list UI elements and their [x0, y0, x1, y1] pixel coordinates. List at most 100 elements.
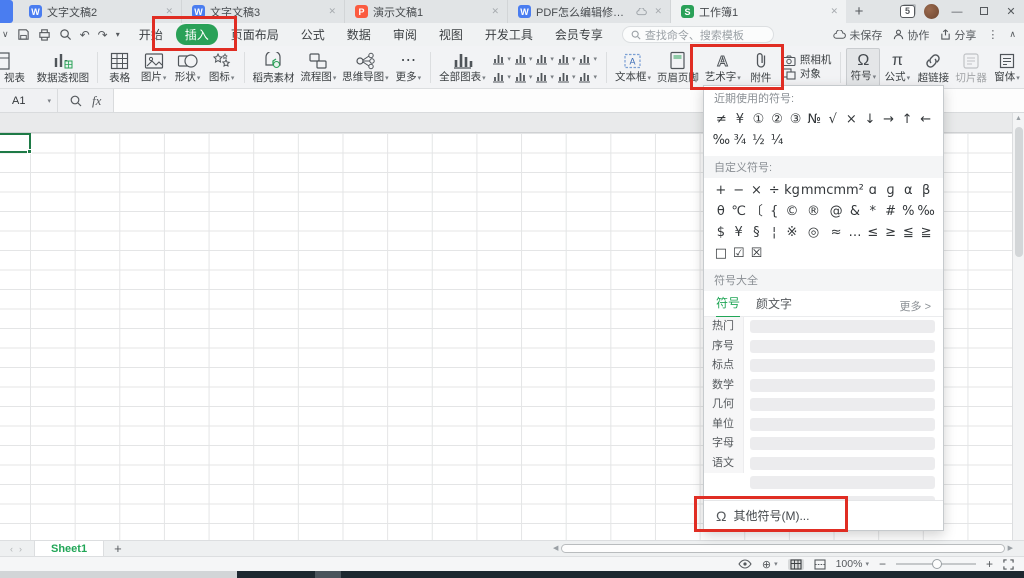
print-preview-icon[interactable]: [59, 28, 72, 41]
recent-symbol-cell[interactable]: ↑: [898, 109, 917, 130]
menu-item-7[interactable]: 开发工具: [476, 24, 542, 45]
zoom-slider-knob[interactable]: [932, 559, 942, 569]
chart-type-icon[interactable]: ▾: [492, 68, 511, 85]
custom-symbol-cell[interactable]: $: [712, 222, 730, 243]
toolbar-icons-library[interactable]: 图标▾: [205, 48, 239, 87]
file-menu-caret[interactable]: ∨: [2, 29, 9, 40]
custom-symbol-cell[interactable]: θ: [712, 201, 730, 222]
zoom-in-button[interactable]: +: [986, 559, 993, 569]
custom-symbol-cell[interactable]: ≦: [899, 222, 917, 243]
chart-type-icon[interactable]: ▾: [557, 68, 576, 85]
document-tab[interactable]: S工作簿1✕: [671, 0, 846, 23]
custom-symbol-cell[interactable]: −: [730, 180, 748, 201]
recent-symbol-cell[interactable]: ¾: [731, 130, 750, 151]
zoom-slider[interactable]: [896, 563, 976, 565]
zoom-formula-icon[interactable]: [70, 95, 82, 107]
restore-button[interactable]: [975, 6, 993, 18]
recent-symbol-cell[interactable]: ½: [749, 130, 768, 151]
zoom-out-button[interactable]: −: [879, 559, 886, 569]
chart-type-icon[interactable]: ▾: [492, 50, 511, 67]
toolbar-pivot-chart[interactable]: 数据透视图: [34, 48, 92, 87]
custom-symbol-cell[interactable]: *: [864, 201, 882, 222]
custom-symbol-cell[interactable]: %: [899, 201, 917, 222]
insert-function-icon[interactable]: fx: [92, 93, 101, 109]
user-avatar[interactable]: [924, 4, 939, 19]
chart-type-icon[interactable]: ▾: [514, 50, 533, 67]
toolbar-picture[interactable]: 图片▾: [137, 48, 171, 87]
menu-item-3[interactable]: 公式: [292, 24, 334, 45]
sheet-nav-arrows[interactable]: ‹›: [0, 544, 34, 554]
menu-item-5[interactable]: 审阅: [384, 24, 426, 45]
wps-home-button-partial[interactable]: [0, 0, 13, 23]
custom-symbol-cell[interactable]: …: [846, 222, 864, 243]
document-count-badge[interactable]: 5: [900, 5, 915, 18]
cell-name-box[interactable]: A1 ▾: [0, 89, 58, 112]
chart-type-icon[interactable]: ▾: [535, 68, 554, 85]
tab-close-icon[interactable]: ✕: [326, 6, 338, 17]
pan-tool-button[interactable]: ⊕▾: [762, 558, 778, 571]
chart-type-icon[interactable]: ▾: [557, 50, 576, 67]
custom-symbol-cell[interactable]: ©: [783, 201, 801, 222]
custom-symbol-cell[interactable]: ≈: [826, 222, 846, 243]
eye-protection-icon[interactable]: [738, 559, 752, 569]
custom-symbol-cell[interactable]: kg: [783, 180, 801, 201]
custom-symbol-cell[interactable]: α: [899, 180, 917, 201]
toolbar-mindmap[interactable]: 思维导图▾: [339, 48, 391, 87]
chart-type-icon[interactable]: ▾: [514, 68, 533, 85]
custom-symbol-cell[interactable]: #: [882, 201, 900, 222]
zoom-level[interactable]: 100%▾: [836, 558, 869, 570]
tab-close-icon[interactable]: ✕: [489, 6, 501, 17]
custom-symbol-cell[interactable]: ɑ: [864, 180, 882, 201]
chart-type-icon[interactable]: ▾: [578, 50, 597, 67]
undo-icon[interactable]: ↶: [80, 28, 90, 42]
toolbar-more[interactable]: ⋯ 更多▾: [391, 48, 425, 87]
toolbar-docer-assets[interactable]: 稻壳素材: [250, 48, 298, 87]
save-status[interactable]: 未保存: [833, 27, 882, 43]
tab-emoticons[interactable]: 颜文字: [756, 295, 792, 317]
recent-symbol-cell[interactable]: ‰: [712, 130, 731, 151]
horizontal-scrollbar[interactable]: ◀ ▶: [553, 543, 1013, 553]
command-search-box[interactable]: 查找命令、搜索模板: [622, 26, 774, 43]
custom-symbol-cell[interactable]: cm: [826, 180, 846, 201]
recent-symbol-cell[interactable]: ←: [916, 109, 935, 130]
add-sheet-button[interactable]: +: [104, 541, 132, 556]
toolbar-textbox[interactable]: A 文本框▾: [612, 48, 654, 87]
close-button[interactable]: ✕: [1002, 5, 1020, 18]
horizontal-scroll-thumb[interactable]: [561, 544, 1004, 553]
recent-symbol-cell[interactable]: √: [824, 109, 843, 130]
custom-symbol-cell[interactable]: ℃: [730, 201, 748, 222]
custom-symbol-cell[interactable]: ☒: [748, 243, 766, 264]
new-document-tab-button[interactable]: +: [846, 0, 872, 23]
fullscreen-icon[interactable]: [1003, 559, 1014, 570]
scroll-left-icon[interactable]: ◀: [553, 544, 558, 552]
toolbar-pivot-table-partial[interactable]: 视表: [0, 48, 34, 87]
category-item[interactable]: 字母: [704, 434, 743, 454]
category-item[interactable]: 语文: [704, 454, 743, 474]
custom-symbol-cell[interactable]: m²: [846, 180, 864, 201]
recent-symbol-cell[interactable]: №: [805, 109, 824, 130]
toolbar-symbol[interactable]: Ω 符号▾: [846, 48, 880, 87]
custom-symbol-cell[interactable]: β: [917, 180, 935, 201]
more-link[interactable]: 更多 >: [900, 298, 931, 314]
tab-close-icon[interactable]: ✕: [652, 6, 664, 17]
toolbar-shapes[interactable]: 形状▾: [171, 48, 205, 87]
document-tab[interactable]: WPDF怎么编辑修改内容.docx✕: [508, 0, 671, 23]
custom-symbol-cell[interactable]: @: [826, 201, 846, 222]
category-item[interactable]: 单位: [704, 415, 743, 435]
recent-symbol-cell[interactable]: →: [879, 109, 898, 130]
toolbar-formula[interactable]: π 公式▾: [880, 48, 914, 87]
sheet-tab-sheet1[interactable]: Sheet1: [34, 541, 104, 556]
share-button[interactable]: 分享: [940, 27, 976, 43]
recent-symbol-cell[interactable]: ↓: [861, 109, 880, 130]
more-menu-button[interactable]: ⋮: [987, 28, 998, 41]
minimize-button[interactable]: —: [948, 6, 966, 18]
custom-symbol-cell[interactable]: ɡ: [882, 180, 900, 201]
tab-close-icon[interactable]: ✕: [828, 6, 840, 17]
category-item[interactable]: 数学: [704, 376, 743, 396]
toolbar-camera[interactable]: 照相机: [782, 55, 832, 66]
tab-symbols[interactable]: 符号: [716, 294, 740, 318]
category-item[interactable]: 标点: [704, 356, 743, 376]
category-item[interactable]: 热门: [704, 317, 743, 337]
custom-symbol-cell[interactable]: ¥: [730, 222, 748, 243]
menu-item-8[interactable]: 会员专享: [546, 24, 612, 45]
